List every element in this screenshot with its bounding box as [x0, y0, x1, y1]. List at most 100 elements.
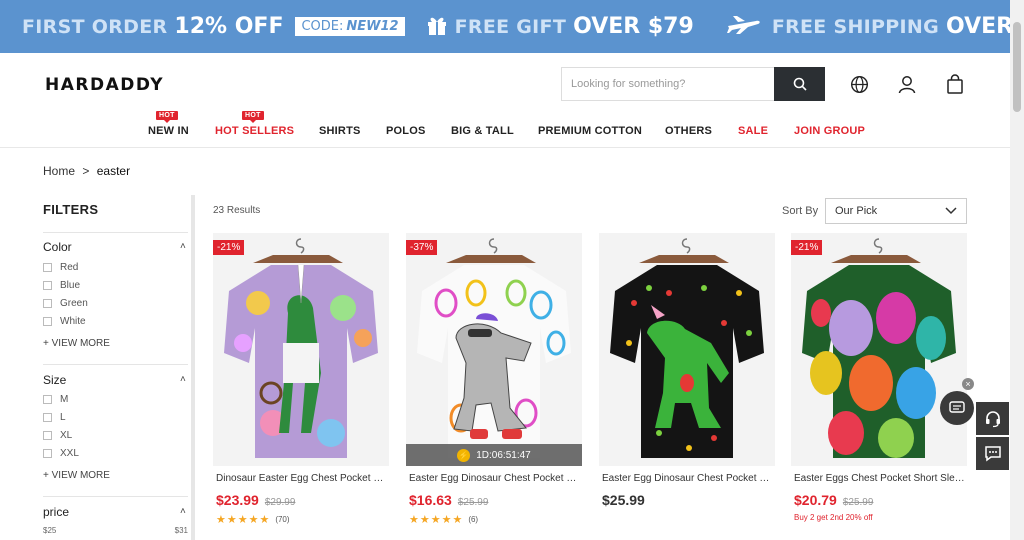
- checkbox[interactable]: [43, 299, 52, 308]
- checkbox[interactable]: [43, 413, 52, 422]
- checkbox[interactable]: [43, 449, 52, 458]
- checkbox[interactable]: [43, 395, 52, 404]
- headset-icon: [985, 410, 1000, 427]
- chevron-up-icon[interactable]: ˄: [180, 374, 186, 385]
- sort-by-label: Sort By: [782, 205, 819, 217]
- chat-bubble-button[interactable]: [940, 391, 974, 425]
- sort-select[interactable]: Our Pick: [825, 198, 967, 224]
- discount-badge: -21%: [213, 240, 245, 255]
- search-input[interactable]: [562, 68, 774, 100]
- product-image[interactable]: -21%: [791, 233, 967, 466]
- sort-value: Our Pick: [835, 205, 878, 217]
- user-icon[interactable]: [896, 73, 918, 95]
- option-label: XL: [60, 430, 73, 441]
- filter-option-red[interactable]: Red: [43, 262, 78, 273]
- promo-banner[interactable]: FIRST ORDER 12% OFF CODE: NEW12 FREE GIFT…: [0, 0, 1024, 53]
- product-old-price: $25.99: [457, 497, 489, 508]
- filter-option-xxl[interactable]: XXL: [43, 448, 79, 459]
- nav-item-shirts[interactable]: SHIRTS: [319, 125, 361, 137]
- airplane-icon: [726, 15, 762, 39]
- nav-item-sale[interactable]: SALE: [738, 125, 768, 137]
- option-label: L: [60, 412, 66, 423]
- nav-label: HOT SELLERS: [215, 125, 295, 137]
- filter-color-title[interactable]: Color: [43, 240, 72, 254]
- product-prices: $20.79 $25.99: [791, 492, 967, 508]
- product-image[interactable]: -21%: [213, 233, 389, 466]
- product-old-price: $25.99: [842, 497, 874, 508]
- size-view-more-link[interactable]: + VIEW MORE: [43, 470, 110, 481]
- filter-option-white[interactable]: White: [43, 316, 86, 327]
- color-view-more-link[interactable]: + VIEW MORE: [43, 338, 110, 349]
- search-bar: [561, 67, 825, 101]
- product-card[interactable]: -37% ⚡ 1D:06:51:47 Easter Egg Dinosaur C…: [406, 233, 582, 526]
- breadcrumb: Home > easter: [43, 164, 130, 178]
- nav-item-premium-cotton[interactable]: PREMIUM COTTON: [538, 125, 642, 137]
- filters-scrollbar[interactable]: [191, 195, 195, 540]
- product-prices: $25.99: [599, 492, 775, 508]
- product-image[interactable]: [599, 233, 775, 466]
- nav-item-others[interactable]: OTHERS: [665, 125, 712, 137]
- product-title[interactable]: Dinosaur Easter Egg Chest Pocket Short S…: [213, 473, 389, 484]
- countdown-value: 1D:06:51:47: [476, 449, 531, 461]
- search-icon: [793, 77, 807, 91]
- lightning-icon: ⚡: [457, 448, 471, 462]
- filter-option-green[interactable]: Green: [43, 298, 88, 309]
- chevron-up-icon[interactable]: ˄: [180, 506, 186, 517]
- globe-icon[interactable]: [848, 73, 870, 95]
- price-range: $25 $31: [43, 526, 188, 535]
- checkbox[interactable]: [43, 317, 52, 326]
- discount-badge: -21%: [791, 240, 823, 255]
- chat-bubble-icon: [949, 401, 965, 413]
- filter-option-l[interactable]: L: [43, 412, 66, 423]
- filter-option-blue[interactable]: Blue: [43, 280, 80, 291]
- product-price: $23.99: [216, 492, 259, 508]
- product-title[interactable]: Easter Eggs Chest Pocket Short Sleeve Sh…: [791, 473, 967, 484]
- filter-option-m[interactable]: M: [43, 394, 68, 405]
- review-count: (70): [275, 515, 290, 524]
- product-card[interactable]: Easter Egg Dinosaur Chest Pocket Short S…: [599, 233, 775, 508]
- header-divider: [0, 147, 1010, 148]
- scrollbar-thumb[interactable]: [1013, 22, 1021, 112]
- filter-price-title[interactable]: price: [43, 505, 69, 519]
- promo-free-gift: FREE GIFT: [454, 15, 567, 38]
- filter-divider: [43, 364, 188, 365]
- nav-item-hot-sellers[interactable]: HOT HOT SELLERS: [215, 111, 295, 137]
- nav-item-new-in[interactable]: HOT NEW IN: [148, 111, 189, 137]
- breadcrumb-home[interactable]: Home: [43, 164, 75, 178]
- filters-title: FILTERS: [43, 202, 99, 217]
- close-icon[interactable]: ×: [962, 378, 974, 390]
- product-image[interactable]: -37% ⚡ 1D:06:51:47: [406, 233, 582, 466]
- chevron-up-icon[interactable]: ˄: [180, 241, 186, 252]
- product-rating[interactable]: ★★★★★ (70): [213, 513, 389, 526]
- promo-gift-threshold: OVER $79: [573, 14, 694, 39]
- star-rating-icon: ★★★★★: [216, 514, 271, 526]
- promo-first-order: FIRST ORDER: [22, 15, 168, 38]
- filter-size-title[interactable]: Size: [43, 373, 66, 387]
- product-price: $25.99: [602, 492, 645, 508]
- site-logo[interactable]: HARDADDY: [45, 75, 164, 95]
- countdown-timer: ⚡ 1D:06:51:47: [406, 444, 582, 466]
- checkbox[interactable]: [43, 263, 52, 272]
- option-label: Red: [60, 262, 79, 273]
- product-title[interactable]: Easter Egg Dinosaur Chest Pocket Short S…: [599, 473, 775, 484]
- nav-item-join-group[interactable]: JOIN GROUP: [794, 125, 865, 137]
- bag-icon[interactable]: [944, 73, 966, 95]
- nav-item-big-tall[interactable]: BIG & TALL: [451, 125, 514, 137]
- hot-badge: HOT: [156, 111, 178, 123]
- filter-option-xl[interactable]: XL: [43, 430, 72, 441]
- product-price: $20.79: [794, 492, 837, 508]
- message-button[interactable]: [976, 437, 1009, 470]
- page-scrollbar[interactable]: [1010, 0, 1024, 540]
- nav-item-polos[interactable]: POLOS: [386, 125, 426, 137]
- product-card[interactable]: -21% Dinosaur Easter Egg Chest Pocket Sh…: [213, 233, 389, 526]
- product-rating[interactable]: ★★★★★ (6): [406, 513, 582, 526]
- main-nav: HOT NEW IN HOT HOT SELLERS SHIRTS POLOS …: [0, 111, 1010, 139]
- checkbox[interactable]: [43, 281, 52, 290]
- option-label: White: [60, 316, 86, 327]
- breadcrumb-current: easter: [96, 164, 131, 178]
- product-title[interactable]: Easter Egg Dinosaur Chest Pocket Short S…: [406, 473, 582, 484]
- product-card[interactable]: -21% Easter Eggs Chest Pocket Short Slee…: [791, 233, 967, 522]
- customer-service-button[interactable]: [976, 402, 1009, 435]
- checkbox[interactable]: [43, 431, 52, 440]
- search-button[interactable]: [774, 67, 825, 101]
